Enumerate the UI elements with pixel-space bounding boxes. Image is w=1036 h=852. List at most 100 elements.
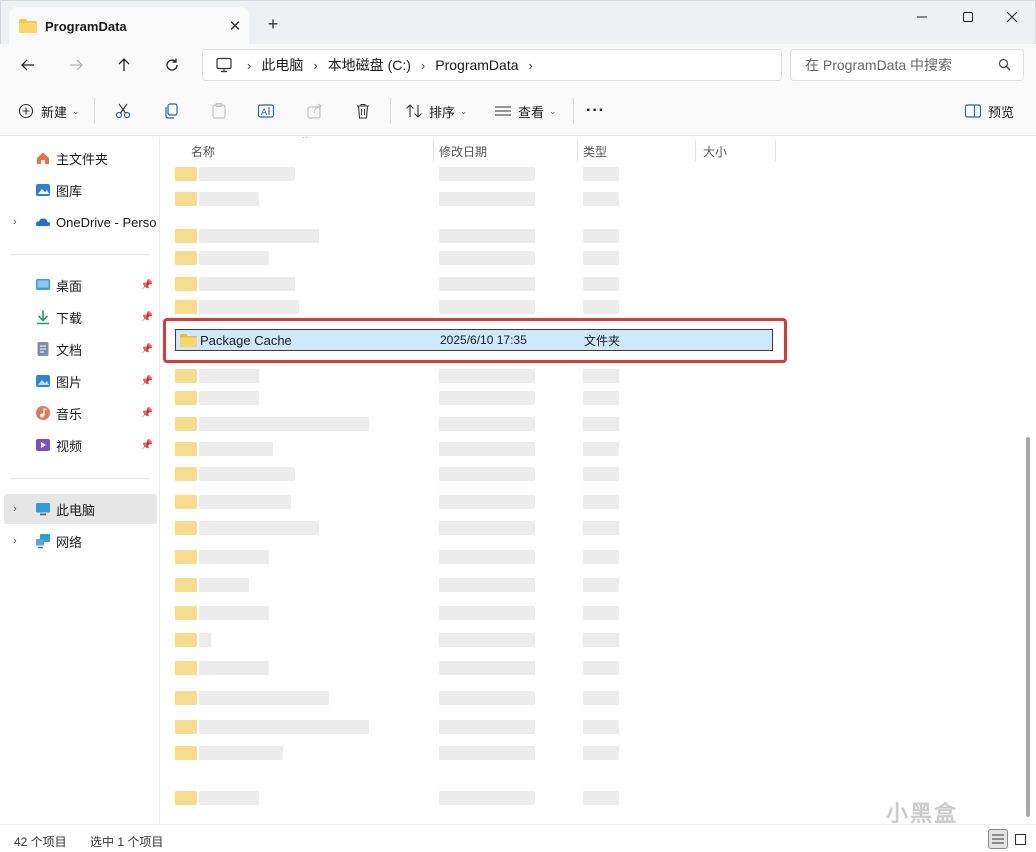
close-tab-icon[interactable]: ✕	[221, 17, 249, 35]
pin-icon[interactable]: 📌	[141, 312, 153, 323]
up-button[interactable]	[110, 51, 138, 79]
copy-button[interactable]	[162, 98, 180, 124]
blurred-text	[439, 229, 535, 243]
cut-button[interactable]	[114, 98, 132, 124]
breadcrumb-programdata[interactable]: ProgramData	[435, 57, 518, 73]
sidebar-item-gallery[interactable]: 图库	[4, 175, 157, 205]
refresh-button[interactable]	[158, 51, 186, 79]
folder-icon	[19, 19, 37, 33]
pin-icon[interactable]: 📌	[141, 440, 153, 451]
delete-button[interactable]	[354, 98, 372, 124]
chevron-right-icon[interactable]: ›	[13, 216, 17, 228]
chevron-right-icon[interactable]: ›	[529, 58, 533, 73]
blurred-text	[583, 369, 619, 383]
sidebar-item-pictures[interactable]: 图片 📌	[4, 366, 157, 396]
pin-icon[interactable]: 📌	[141, 408, 153, 419]
sidebar-item-desktop[interactable]: 桌面 📌	[4, 270, 157, 300]
folder-icon	[175, 495, 197, 509]
column-header-name[interactable]: 名称	[187, 140, 215, 162]
divider	[390, 98, 391, 124]
column-header-size[interactable]: 大小	[699, 140, 727, 162]
blurred-text	[583, 167, 619, 181]
selection-count: 选中 1 个项目	[90, 835, 164, 849]
back-button[interactable]	[14, 51, 42, 79]
address-bar[interactable]: › 此电脑 › 本地磁盘 (C:) › ProgramData ›	[202, 49, 782, 81]
blurred-text	[199, 467, 295, 481]
forward-button[interactable]	[62, 51, 90, 79]
sidebar-item-documents[interactable]: 文档 📌	[4, 334, 157, 364]
sidebar-item-onedrive[interactable]: › OneDrive - Perso	[4, 207, 157, 237]
pin-icon[interactable]: 📌	[141, 344, 153, 355]
sort-button[interactable]: 排序 ⌄	[405, 98, 468, 124]
close-window-button[interactable]	[989, 1, 1035, 33]
blurred-text	[583, 391, 619, 405]
sidebar-item-downloads[interactable]: 下载 📌	[4, 302, 157, 332]
scrollbar-thumb[interactable]	[1026, 437, 1030, 817]
blurred-text	[199, 277, 295, 291]
blurred-text	[199, 746, 283, 760]
blurred-text	[439, 791, 535, 805]
plus-circle-icon	[18, 103, 34, 119]
folder-icon	[175, 192, 197, 206]
blurred-text	[439, 746, 535, 760]
minimize-button[interactable]	[899, 1, 945, 33]
breadcrumb-this-pc[interactable]: 此电脑	[261, 55, 303, 75]
blurred-text	[439, 661, 535, 675]
blurred-text	[583, 521, 619, 535]
preview-button[interactable]: 预览	[964, 98, 1014, 124]
column-divider[interactable]	[775, 140, 776, 162]
sidebar-item-music[interactable]: 音乐 📌	[4, 398, 157, 428]
divider	[10, 254, 150, 255]
column-divider[interactable]	[433, 140, 434, 162]
table-row-selected[interactable]: Package Cache 2025/6/10 17:35 文件夹	[175, 329, 773, 351]
column-divider[interactable]	[577, 140, 578, 162]
sidebar-item-videos[interactable]: 视频 📌	[4, 430, 157, 460]
blurred-text	[199, 691, 329, 705]
more-options-button[interactable]: ···	[586, 98, 605, 124]
blurred-text	[583, 192, 619, 206]
copy-icon	[165, 103, 178, 119]
pin-icon[interactable]: 📌	[141, 376, 153, 387]
breadcrumb-local-disk[interactable]: 本地磁盘 (C:)	[328, 55, 411, 75]
chevron-right-icon: ›	[313, 57, 318, 73]
share-button[interactable]	[306, 98, 324, 124]
view-list-icon	[495, 106, 511, 116]
new-tab-button[interactable]: +	[263, 13, 283, 35]
sidebar-item-home[interactable]: 主文件夹	[4, 143, 157, 173]
pin-icon[interactable]: 📌	[141, 280, 153, 291]
column-header-date[interactable]: 修改日期	[435, 140, 487, 162]
folder-icon	[175, 550, 197, 564]
blurred-text	[583, 495, 619, 509]
blurred-text	[199, 229, 319, 243]
blurred-text	[583, 661, 619, 675]
blurred-text	[199, 417, 369, 431]
blurred-text	[583, 691, 619, 705]
sidebar-item-label: 网络	[56, 534, 83, 550]
view-button[interactable]: 查看 ⌄	[494, 98, 557, 124]
folder-icon	[175, 300, 197, 314]
column-header-type[interactable]: 类型	[579, 140, 607, 162]
svg-text:A: A	[261, 108, 268, 118]
blurred-text	[583, 720, 619, 734]
chevron-right-icon[interactable]: ›	[13, 535, 17, 547]
sidebar-item-network[interactable]: › 网络	[4, 526, 157, 556]
trash-icon	[357, 103, 369, 119]
folder-icon	[175, 606, 197, 620]
details-view-button[interactable]	[988, 829, 1008, 849]
minimize-icon	[917, 16, 927, 18]
chevron-right-icon[interactable]: ›	[13, 503, 17, 515]
sidebar-item-this-pc[interactable]: › 此电脑	[4, 494, 157, 524]
file-type: 文件夹	[584, 333, 621, 348]
tab-programdata[interactable]: ProgramData ✕	[9, 7, 249, 45]
tiles-view-button[interactable]	[1010, 829, 1030, 849]
new-button[interactable]: 新建 ⌄	[18, 98, 80, 124]
file-date: 2025/6/10 17:35	[440, 333, 527, 347]
rename-button[interactable]: A	[257, 98, 275, 124]
paste-button[interactable]	[210, 98, 228, 124]
maximize-button[interactable]	[945, 1, 991, 33]
folder-icon	[175, 369, 197, 383]
search-input[interactable]: 在 ProgramData 中搜索	[790, 49, 1024, 81]
chevron-down-icon: ⌄	[549, 105, 557, 116]
column-divider[interactable]	[695, 140, 696, 162]
blurred-text	[439, 550, 535, 564]
